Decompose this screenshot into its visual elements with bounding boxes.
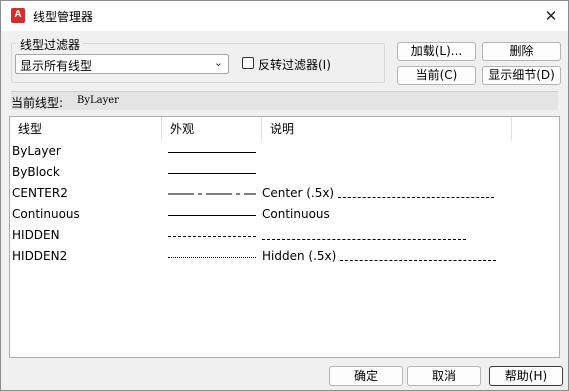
linetype-row[interactable]: HIDDEN2 Hidden (.5x) [10,247,559,267]
autocad-app-icon: A [11,8,25,23]
filter-selected-value: 显示所有线型 [20,59,93,73]
title-bar: A 线型管理器 ✕ [1,1,568,31]
linetype-name: Continuous [12,207,80,221]
linetype-appearance-sample [168,257,256,258]
linetype-row[interactable]: HIDDEN [10,226,559,246]
linetype-list[interactable]: 线型 外观 说明 ByLayer ByBlock CENTER2 Center (.5… [9,116,560,358]
description-text: Center (.5x) [262,186,335,200]
linetype-row[interactable]: ByLayer [10,142,559,162]
linetype-row[interactable]: ByBlock [10,163,559,183]
description-pattern-sample [262,239,466,240]
column-header-appearance[interactable]: 外观 [162,117,262,141]
reverse-filter-label[interactable]: 反转过滤器(I) [258,56,331,73]
description-text: Hidden (.5x) [262,249,337,263]
linetype-appearance-sample [168,173,256,174]
linetype-name: HIDDEN [12,228,60,242]
ok-button[interactable]: 确定 [329,366,403,386]
description-pattern-sample [340,260,497,261]
linetype-description: Continuous [262,207,330,221]
show-details-button[interactable]: 显示细节(D) [482,66,561,85]
column-header-description[interactable]: 说明 [262,117,512,141]
linetype-appearance-sample [168,215,256,216]
close-icon[interactable]: ✕ [538,4,564,28]
set-current-button[interactable]: 当前(C) [397,66,476,85]
linetype-row[interactable]: Continuous Continuous [10,205,559,225]
linetype-filter-select[interactable]: 显示所有线型 ⌄ [15,54,229,74]
linetype-name: ByLayer [12,144,61,158]
current-linetype-label: 当前线型: [11,96,64,110]
column-header-linetype[interactable]: 线型 [10,117,162,141]
help-button[interactable]: 帮助(H) [489,366,563,386]
linetype-description: Center (.5x) [262,186,495,200]
current-linetype-value: ByLayer [77,95,119,106]
chevron-down-icon: ⌄ [213,56,223,69]
description-pattern-sample [338,197,495,198]
linetype-manager-dialog: A 线型管理器 ✕ 线型过滤器 显示所有线型 ⌄ 反转过滤器(I) 加载(L).… [0,0,569,391]
current-linetype-bar: 当前线型: ByLayer [11,91,558,110]
filter-group-label: 线型过滤器 [18,36,83,53]
load-button[interactable]: 加载(L)... [397,42,476,61]
linetype-appearance-sample [168,152,256,153]
linetype-name: HIDDEN2 [12,249,68,263]
linetype-description [262,228,466,242]
linetype-row[interactable]: CENTER2 Center (.5x) [10,184,559,204]
linetype-name: ByBlock [12,165,60,179]
delete-button[interactable]: 删除 [482,42,561,61]
reverse-filter-checkbox[interactable] [242,57,254,69]
linetype-name: CENTER2 [12,186,68,200]
cancel-button[interactable]: 取消 [407,366,481,386]
linetype-description: Hidden (.5x) [262,249,497,263]
dialog-title: 线型管理器 [33,10,94,24]
description-text: Continuous [262,207,330,221]
linetype-appearance-sample [168,236,256,237]
